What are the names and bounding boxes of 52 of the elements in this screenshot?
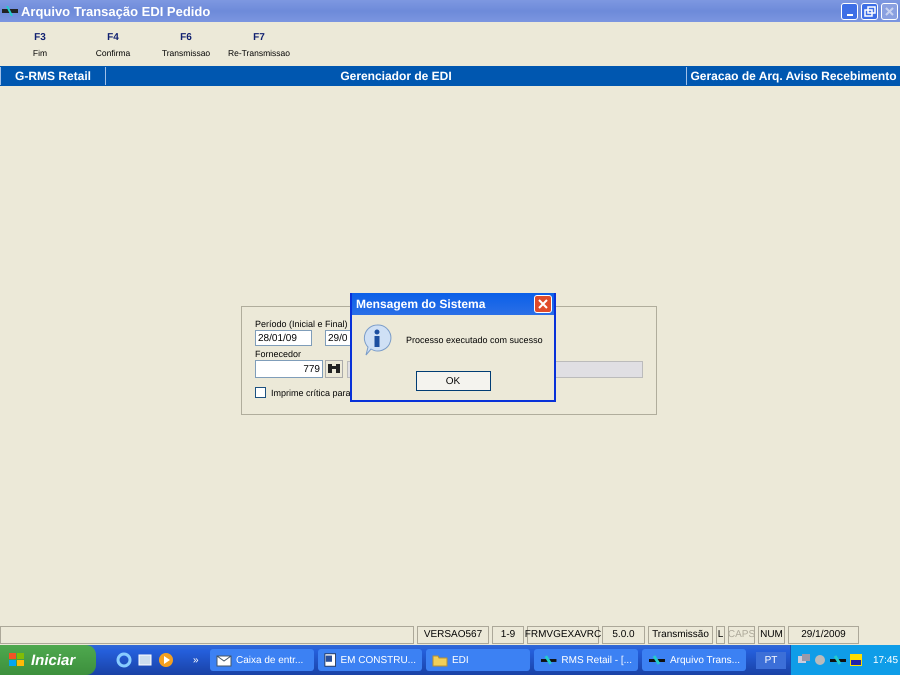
header-label: Gerenciador de EDI bbox=[339, 69, 453, 83]
taskbar-button[interactable]: Caixa de entr... bbox=[210, 649, 314, 671]
status-cell: NUM bbox=[758, 626, 785, 644]
taskbar-button[interactable]: Arquivo Trans... bbox=[642, 649, 746, 671]
header-label: G-RMS Retail bbox=[14, 69, 92, 83]
dialog-title: Mensagem do Sistema bbox=[356, 297, 486, 311]
close-button[interactable] bbox=[534, 295, 552, 313]
start-button[interactable]: Iniciar bbox=[0, 645, 96, 675]
function-key-button[interactable]: F4 Confirma bbox=[77, 22, 149, 66]
app-icon bbox=[829, 654, 847, 666]
more-button[interactable]: » bbox=[193, 654, 199, 666]
app-icon bbox=[540, 654, 558, 666]
app-logo-icon bbox=[2, 6, 18, 16]
function-key-button[interactable]: F3 Fim bbox=[4, 22, 76, 66]
function-key-button[interactable]: F6 Transmissao bbox=[150, 22, 222, 66]
checkbox[interactable] bbox=[255, 387, 266, 398]
status-cell: 1-9 bbox=[492, 626, 524, 644]
field-label: Período (Inicial e Final) bbox=[255, 319, 349, 329]
document-icon bbox=[324, 652, 336, 668]
close-button[interactable] bbox=[881, 2, 898, 20]
status-cell: L bbox=[716, 626, 725, 644]
media-player-icon[interactable] bbox=[158, 652, 174, 668]
restore-button[interactable] bbox=[861, 2, 878, 20]
window-title: Arquivo Transação EDI Pedido bbox=[21, 4, 212, 18]
function-key-button[interactable]: F7 Re-Transmissao bbox=[223, 22, 295, 66]
field-label: Fornecedor bbox=[255, 349, 302, 359]
restore-icon bbox=[862, 4, 877, 18]
app-icon bbox=[648, 654, 666, 666]
envelope-icon bbox=[216, 653, 232, 667]
taskbar-button[interactable]: EM CONSTRU... bbox=[318, 649, 422, 671]
dialog-message: Processo executado com sucesso bbox=[406, 335, 543, 345]
minimize-button[interactable] bbox=[841, 2, 858, 20]
header-label: Geracao de Arq. Aviso Recebimento bbox=[689, 69, 898, 83]
info-icon bbox=[362, 324, 392, 356]
folder-icon bbox=[432, 653, 448, 667]
taskbar-button[interactable]: EDI bbox=[426, 649, 530, 671]
status-cell: 29/1/2009 bbox=[788, 626, 859, 644]
status-cell: FRMVGEXAVRC bbox=[527, 626, 599, 644]
minimize-icon bbox=[846, 14, 852, 16]
windows-flag-icon bbox=[8, 652, 26, 668]
ok-button[interactable]: OK bbox=[416, 371, 490, 391]
language-indicator[interactable]: PT bbox=[756, 652, 786, 668]
tray-app-icon[interactable] bbox=[849, 653, 863, 667]
date-field[interactable]: 28/01/09 bbox=[255, 330, 312, 346]
status-cell: 5.0.0 bbox=[602, 626, 645, 644]
status-cell: VERSAO567 bbox=[417, 626, 489, 644]
checkbox-label: Imprime crítica para bbox=[271, 388, 351, 398]
binoculars-icon[interactable] bbox=[325, 360, 343, 378]
clock: 17:45 bbox=[873, 654, 898, 666]
taskbar-button[interactable]: RMS Retail - [... bbox=[534, 649, 638, 671]
supplier-code-field[interactable]: 779 bbox=[255, 360, 323, 378]
status-cell: Transmissão bbox=[648, 626, 713, 644]
